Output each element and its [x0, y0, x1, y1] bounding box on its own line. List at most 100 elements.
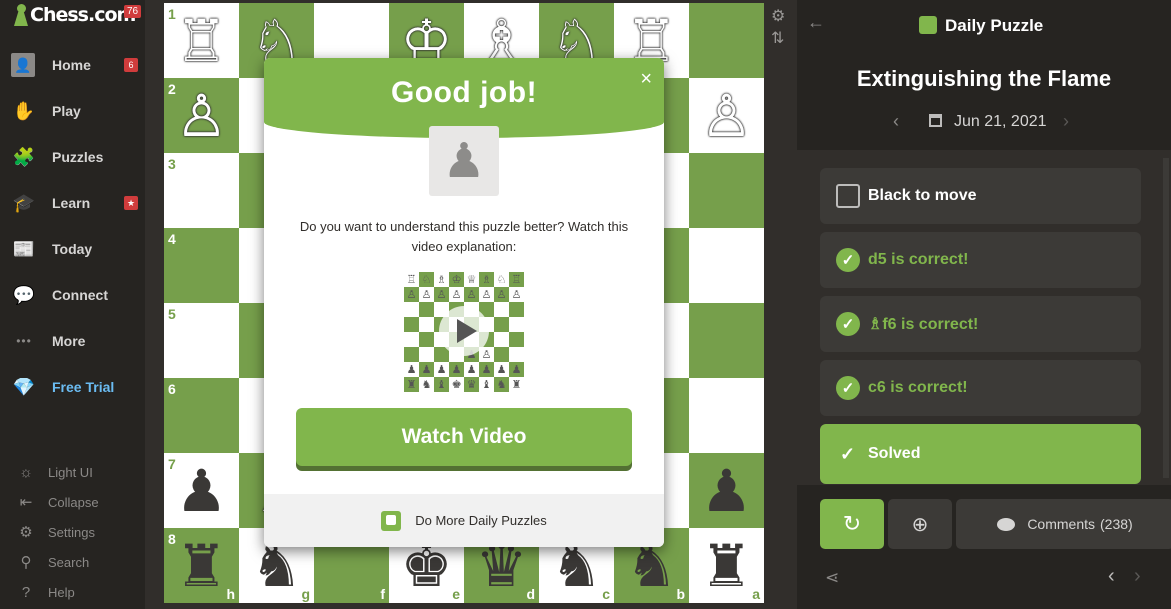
watch-video-button[interactable]: Watch Video: [296, 408, 632, 466]
thumbnail-square: [509, 332, 524, 347]
chevron-left-icon[interactable]: ‹: [1108, 565, 1115, 588]
chevron-right-icon[interactable]: ›: [1134, 565, 1141, 588]
checkmark-icon: ✓: [840, 443, 856, 464]
chess-piece[interactable]: ♜: [176, 537, 228, 595]
collapse-button[interactable]: ⇤ Collapse: [0, 488, 145, 516]
play-icon: ✋: [12, 100, 36, 121]
board-square[interactable]: 3: [164, 153, 239, 228]
sidebar-item-free-trial[interactable]: 💎 Free Trial: [0, 364, 145, 410]
board-square[interactable]: a ♜: [689, 528, 764, 603]
modal-title: Good job!: [390, 76, 538, 109]
panel-title: Daily Puzzle: [945, 16, 1044, 35]
move-result: ✓ d5 is correct!: [820, 232, 1141, 288]
chess-piece[interactable]: ♜: [701, 537, 753, 595]
light-ui-toggle[interactable]: ☼ Light UI: [0, 458, 145, 486]
file-label: e: [452, 586, 460, 602]
chess-piece[interactable]: ♖: [176, 12, 228, 70]
sidebar-item-label: Home: [52, 57, 91, 73]
sidebar-item-connect[interactable]: 💬 Connect: [0, 272, 145, 318]
board-square[interactable]: [689, 228, 764, 303]
board-square[interactable]: [689, 153, 764, 228]
board-square[interactable]: 5: [164, 303, 239, 378]
calendar-icon[interactable]: [929, 114, 942, 127]
board-square[interactable]: 4: [164, 228, 239, 303]
board-square[interactable]: [689, 3, 764, 78]
sidebar-item-today[interactable]: 📰 Today: [0, 226, 145, 272]
diamond-icon: 💎: [12, 376, 36, 397]
thumbnail-square: ♙: [494, 287, 509, 302]
retry-icon: ↻: [842, 511, 862, 536]
chess-piece[interactable]: ♟: [701, 462, 753, 520]
board-square[interactable]: [689, 303, 764, 378]
settings-link[interactable]: ⚙ Settings: [0, 518, 145, 546]
thumbnail-square: ♞: [494, 377, 509, 392]
rank-label: 6: [168, 381, 176, 397]
learn-badge: ★: [124, 196, 138, 210]
share-icon[interactable]: ⋖: [825, 568, 839, 588]
sidebar-item-label: Play: [52, 103, 81, 119]
board-square[interactable]: 2 ♙: [164, 78, 239, 153]
sidebar-item-play[interactable]: ✋ Play: [0, 88, 145, 134]
analysis-button[interactable]: ⊕: [888, 499, 952, 549]
board-square[interactable]: 7 ♟: [164, 453, 239, 528]
sidebar-item-label: More: [52, 333, 86, 349]
collapse-icon: ⇤: [19, 494, 33, 511]
help-link[interactable]: ? Help: [0, 578, 145, 606]
thumbnail-square: ♚: [449, 377, 464, 392]
moves-list: Black to move ✓ d5 is correct! ✓ ♗f6 is …: [797, 150, 1171, 485]
close-icon[interactable]: ×: [640, 68, 652, 91]
thumbnail-square: [404, 332, 419, 347]
util-label: Settings: [48, 524, 95, 540]
board-square[interactable]: 6: [164, 378, 239, 453]
rank-label: 5: [168, 306, 176, 322]
magnifier-icon: ⊕: [911, 513, 929, 536]
file-label: g: [301, 586, 310, 602]
thumbnail-square: ♟: [419, 362, 434, 377]
sidebar-item-learn[interactable]: 🎓 Learn ★: [0, 180, 145, 226]
sidebar-item-puzzles[interactable]: 🧩 Puzzles: [0, 134, 145, 180]
retry-button[interactable]: ↻: [820, 499, 884, 549]
board-square[interactable]: 8 h ♜: [164, 528, 239, 603]
rank-label: 2: [168, 81, 176, 97]
thumbnail-square: ♟: [434, 362, 449, 377]
thumbnail-square: [494, 332, 509, 347]
previous-date-button[interactable]: ‹: [893, 111, 899, 132]
play-video-button[interactable]: [439, 306, 489, 356]
thumbnail-square: ♞: [419, 377, 434, 392]
board-square[interactable]: 1 ♖: [164, 3, 239, 78]
chess-logo[interactable]: Chess.com: [14, 4, 136, 26]
thumbnail-square: ♙: [434, 287, 449, 302]
flip-board-icon[interactable]: ⇅: [771, 28, 784, 48]
sidebar-item-home[interactable]: 👤 Home 6: [0, 42, 145, 88]
chess-piece[interactable]: ♙: [701, 87, 753, 145]
do-more-puzzles-link[interactable]: Do More Daily Puzzles: [264, 494, 664, 547]
thumbnail-square: ♗: [434, 272, 449, 287]
chess-piece[interactable]: ♟: [176, 462, 228, 520]
util-label: Collapse: [48, 494, 99, 510]
prompt-label: Black to move: [868, 187, 977, 204]
back-arrow-icon[interactable]: ←: [807, 12, 825, 33]
chess-piece[interactable]: ♙: [176, 87, 228, 145]
puzzle-date[interactable]: Jun 21, 2021: [954, 113, 1047, 131]
next-date-button[interactable]: ›: [1063, 111, 1069, 132]
board-square[interactable]: [689, 378, 764, 453]
comments-button[interactable]: Comments (238): [956, 499, 1171, 549]
rank-label: 8: [168, 531, 176, 547]
puzzle-panel: ← Daily Puzzle Extinguishing the Flame ‹…: [797, 0, 1171, 609]
logo-text: Chess.com: [30, 4, 136, 26]
puzzle-icon: [381, 510, 402, 531]
thumbnail-square: ♖: [404, 272, 419, 287]
board-square[interactable]: ♙: [689, 78, 764, 153]
gear-icon[interactable]: ⚙: [771, 6, 785, 26]
scrollbar[interactable]: [1163, 158, 1169, 478]
thumbnail-square: ♔: [449, 272, 464, 287]
search-link[interactable]: ⚲ Search: [0, 548, 145, 576]
learn-icon: 🎓: [12, 192, 36, 213]
sidebar: Chess.com 76 👤 Home 6 ✋ Play 🧩 Puzzles 🎓…: [0, 0, 145, 609]
sidebar-item-more[interactable]: ••• More: [0, 318, 145, 364]
board-square[interactable]: ♟: [689, 453, 764, 528]
thumbnail-square: [494, 302, 509, 317]
util-label: Help: [48, 584, 75, 600]
move-result-label: d5 is correct!: [868, 251, 969, 268]
sidebar-item-label: Learn: [52, 195, 91, 211]
